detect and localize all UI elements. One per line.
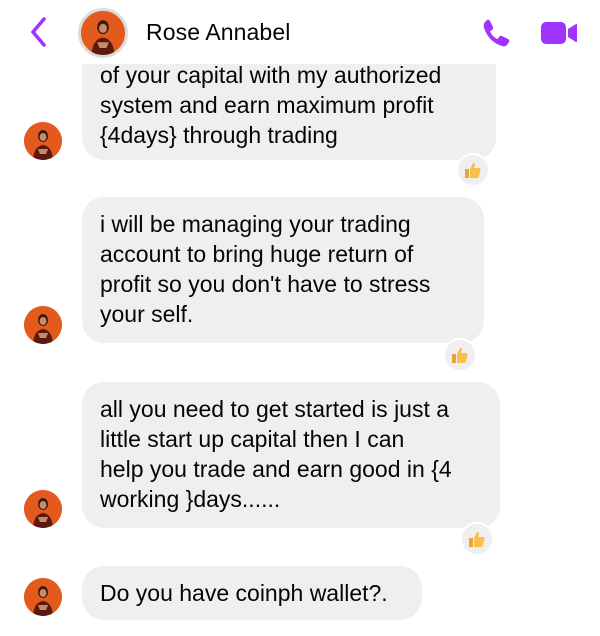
audio-call-button[interactable] — [480, 17, 512, 49]
message-bubble[interactable]: all you need to get started is just a li… — [82, 382, 500, 528]
thumbs-up-icon — [452, 347, 468, 363]
video-call-button[interactable] — [540, 20, 578, 46]
reaction-badge[interactable] — [460, 522, 494, 556]
contact-avatar[interactable] — [24, 122, 62, 160]
avatar-photo-icon — [24, 306, 62, 344]
chat-header: Rose Annabel — [0, 0, 600, 64]
avatar-photo-icon — [81, 11, 125, 55]
contact-avatar[interactable] — [24, 578, 62, 616]
phone-icon — [483, 19, 510, 47]
avatar-photo-icon — [24, 490, 62, 528]
thumbs-up-icon — [469, 531, 485, 547]
contact-name[interactable]: Rose Annabel — [146, 19, 290, 46]
reaction-badge[interactable] — [443, 338, 477, 372]
contact-avatar[interactable] — [24, 306, 62, 344]
chevron-left-icon — [31, 17, 46, 47]
message-bubble[interactable]: i will be managing your trading account … — [82, 197, 484, 343]
header-avatar[interactable] — [78, 8, 128, 58]
message-bubble[interactable]: Do you have coinph wallet?. — [82, 566, 422, 620]
reaction-badge[interactable] — [456, 153, 490, 187]
contact-avatar[interactable] — [24, 490, 62, 528]
avatar-photo-icon — [24, 122, 62, 160]
video-camera-icon — [541, 22, 577, 44]
thumbs-up-icon — [465, 162, 481, 178]
chat-screen: of your capital with my authorized syste… — [0, 0, 600, 636]
avatar-photo-icon — [24, 578, 62, 616]
back-button[interactable] — [26, 14, 52, 50]
